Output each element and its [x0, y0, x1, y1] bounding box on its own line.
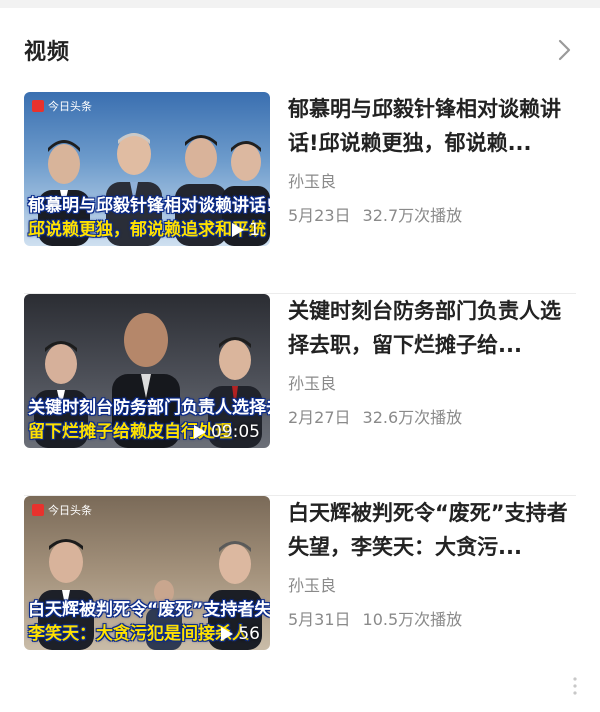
video-thumbnail[interactable]: 今日头条 郁慕明与邱毅针锋相对谈赖讲话! 邱说赖更独，郁说赖追求和平统 1 — [24, 92, 270, 246]
video-date: 2月27日 — [288, 408, 351, 427]
video-info: 白天辉被判死令“废死”支持者失望，李笑天：大贪污... 孙玉良 5月31日 10… — [288, 496, 576, 630]
video-views: 10.5万次播放 — [362, 610, 463, 629]
duration-label: 09:05 — [211, 422, 260, 442]
video-item[interactable]: 今日头条 郁慕明与邱毅针锋相对谈赖讲话! 邱说赖更独，郁说赖追求和平统 1 郁慕… — [24, 92, 576, 294]
video-author[interactable]: 孙玉良 — [288, 168, 576, 192]
video-meta: 2月27日 32.6万次播放 — [288, 404, 576, 428]
video-title[interactable]: 关键时刻台防务部门负责人选择去职，留下烂摊子给... — [288, 294, 576, 362]
duration-label: 1 — [249, 220, 260, 240]
toutiao-badge: 今日头条 — [32, 502, 92, 518]
video-date: 5月23日 — [288, 206, 351, 225]
video-item[interactable]: 关键时刻台防务部门负责人选择去职 留下烂摊子给赖皮自行处理 09:05 关键时刻… — [24, 294, 576, 496]
thumbnail-caption-line1: 白天辉被判死令“废死”支持者失 — [28, 600, 270, 620]
video-meta: 5月31日 10.5万次播放 — [288, 606, 576, 630]
video-duration: 1 — [231, 220, 260, 240]
badge-label: 今日头条 — [48, 504, 92, 517]
video-meta: 5月23日 32.7万次播放 — [288, 202, 576, 226]
top-separator-strip — [0, 0, 600, 8]
more-options-icon[interactable] — [569, 676, 581, 696]
section-title: 视频 — [24, 40, 71, 65]
toutiao-logo-icon — [32, 100, 44, 112]
duration-label: 56 — [238, 624, 260, 644]
thumbnail-caption-line1: 关键时刻台防务部门负责人选择去职 — [28, 398, 270, 418]
video-duration: 56 — [220, 624, 260, 644]
chevron-right-icon[interactable] — [552, 38, 576, 62]
toutiao-badge: 今日头条 — [32, 98, 92, 114]
video-author[interactable]: 孙玉良 — [288, 572, 576, 596]
video-thumbnail[interactable]: 关键时刻台防务部门负责人选择去职 留下烂摊子给赖皮自行处理 09:05 — [24, 294, 270, 448]
thumbnail-caption-line1: 郁慕明与邱毅针锋相对谈赖讲话! — [28, 196, 270, 216]
section-header: 视频 — [24, 30, 576, 70]
badge-label: 今日头条 — [48, 100, 92, 113]
video-author[interactable]: 孙玉良 — [288, 370, 576, 394]
video-duration: 09:05 — [193, 422, 260, 442]
toutiao-logo-icon — [32, 504, 44, 516]
video-thumbnail[interactable]: 今日头条 白天辉被判死令“废死”支持者失 李笑天：大贪污犯是间接杀人 56 — [24, 496, 270, 650]
video-title[interactable]: 白天辉被判死令“废死”支持者失望，李笑天：大贪污... — [288, 496, 576, 564]
video-views: 32.6万次播放 — [362, 408, 463, 427]
play-icon — [232, 223, 245, 237]
video-info: 关键时刻台防务部门负责人选择去职，留下烂摊子给... 孙玉良 2月27日 32.… — [288, 294, 576, 428]
video-info: 郁慕明与邱毅针锋相对谈赖讲话!邱说赖更独，郁说赖... 孙玉良 5月23日 32… — [288, 92, 576, 226]
play-icon — [194, 425, 206, 439]
play-icon — [221, 627, 234, 641]
video-title[interactable]: 郁慕明与邱毅针锋相对谈赖讲话!邱说赖更独，郁说赖... — [288, 92, 576, 160]
video-item[interactable]: 今日头条 白天辉被判死令“废死”支持者失 李笑天：大贪污犯是间接杀人 56 白天… — [24, 496, 576, 698]
video-list: 今日头条 郁慕明与邱毅针锋相对谈赖讲话! 邱说赖更独，郁说赖追求和平统 1 郁慕… — [24, 92, 576, 698]
video-views: 32.7万次播放 — [362, 206, 463, 225]
video-date: 5月31日 — [288, 610, 351, 629]
